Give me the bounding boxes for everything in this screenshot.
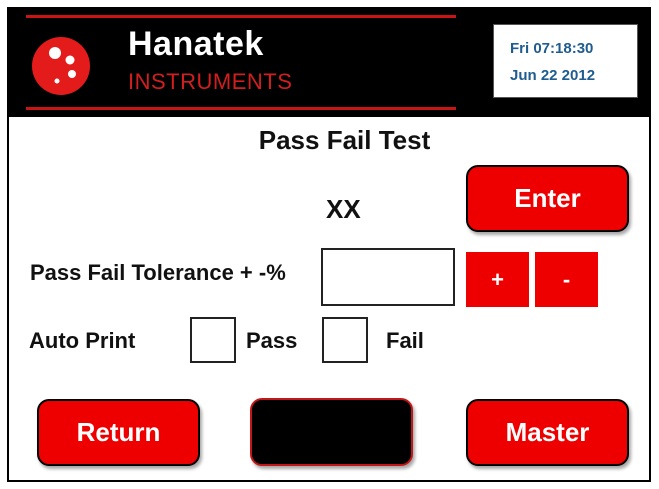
- brand-subtitle: INSTRUMENTS: [128, 69, 293, 94]
- clock-date: Jun 22 2012: [510, 67, 596, 84]
- header-bar: Hanatek INSTRUMENTS Fri 07:18:30 Jun 22 …: [7, 7, 651, 117]
- auto-print-pass-checkbox[interactable]: [190, 317, 236, 363]
- brand-name: Hanatek: [128, 25, 264, 63]
- fail-label: Fail: [386, 328, 424, 353]
- tolerance-minus-button[interactable]: -: [535, 252, 598, 307]
- blank-black-button[interactable]: [250, 398, 413, 466]
- master-button[interactable]: Master: [466, 399, 629, 466]
- header-top-line: [26, 15, 456, 18]
- header-bottom-line: [26, 107, 456, 110]
- hanatek-logo-icon: [31, 36, 91, 96]
- tolerance-plus-button[interactable]: +: [466, 252, 529, 307]
- return-button[interactable]: Return: [37, 399, 200, 466]
- clock-time: Fri 07:18:30: [510, 40, 594, 57]
- datetime-panel: Fri 07:18:30 Jun 22 2012: [493, 24, 638, 98]
- page-title: Pass Fail Test: [258, 125, 431, 155]
- pass-label: Pass: [246, 328, 298, 353]
- tolerance-input[interactable]: [321, 248, 455, 306]
- enter-button[interactable]: Enter: [466, 165, 629, 232]
- auto-print-label: Auto Print: [29, 328, 136, 353]
- tolerance-label: Pass Fail Tolerance + -%: [30, 260, 286, 285]
- auto-print-fail-checkbox[interactable]: [322, 317, 368, 363]
- test-value-readout: XX: [326, 194, 361, 224]
